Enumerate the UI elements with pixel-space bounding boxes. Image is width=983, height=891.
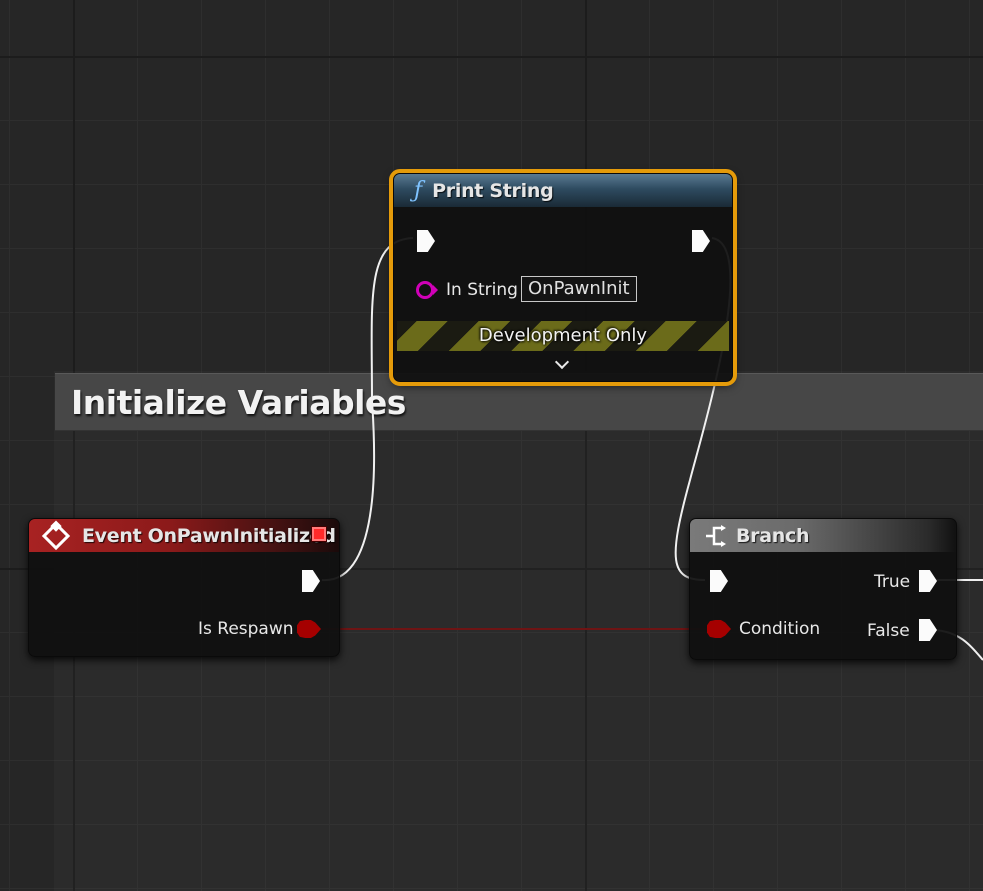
event-header[interactable]: Event OnPawnInitialized [29, 519, 339, 552]
chevron-down-icon[interactable] [554, 354, 570, 370]
branch-icon [704, 524, 728, 548]
condition-pin[interactable] [707, 620, 731, 638]
true-exec-out-pin[interactable] [919, 570, 937, 592]
true-label: True [874, 572, 911, 592]
branch-exec-in-pin[interactable] [710, 570, 728, 592]
print-string-title: Print String [432, 179, 554, 202]
in-string-field[interactable]: OnPawnInit [521, 276, 637, 302]
string-pin[interactable] [416, 281, 434, 299]
print-string-exec-out-pin[interactable] [692, 230, 710, 252]
delegate-square-icon[interactable] [312, 527, 326, 541]
print-string-exec-in-pin[interactable] [417, 230, 435, 252]
comment-title: Initialize Variables [71, 383, 406, 422]
is-respawn-pin[interactable] [297, 620, 321, 638]
branch-node[interactable]: Branch True Condition False [689, 518, 957, 660]
function-icon: ƒ [414, 178, 423, 203]
event-exec-out-pin[interactable] [302, 570, 320, 592]
print-string-header[interactable]: ƒ Print String [394, 174, 732, 207]
branch-header[interactable]: Branch [690, 519, 956, 552]
is-respawn-label: Is Respawn [198, 619, 294, 639]
string-pin-arrow [433, 285, 438, 295]
false-label: False [867, 621, 910, 641]
event-node[interactable]: Event OnPawnInitialized Is Respawn [28, 518, 340, 657]
event-title: Event OnPawnInitialized [82, 524, 336, 547]
branch-title: Branch [736, 524, 810, 547]
development-only-label: Development Only [478, 325, 648, 346]
development-only-banner: Development Only [397, 321, 729, 351]
false-exec-out-pin[interactable] [919, 619, 937, 641]
print-string-node[interactable]: ƒ Print String In String OnPawnInit Deve… [389, 169, 737, 386]
event-diamond-icon [41, 519, 71, 550]
condition-label: Condition [739, 619, 821, 639]
in-string-label: In String [446, 280, 518, 300]
